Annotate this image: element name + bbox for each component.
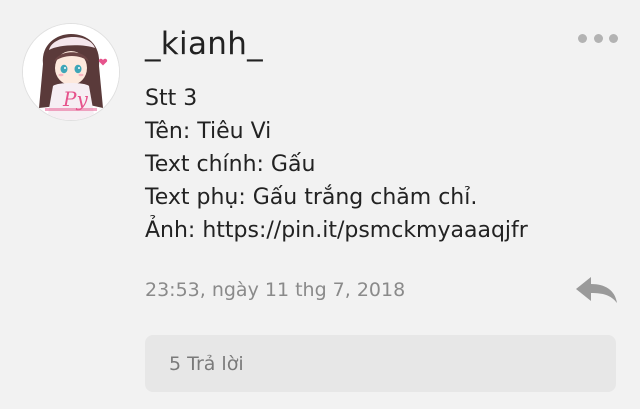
more-horizontal-icon-dot-2 [593, 33, 603, 43]
username[interactable]: _kianh_ [145, 24, 263, 64]
comment-body: Stt 3 Tên: Tiêu Vi Text chính: Gấu Text … [145, 82, 615, 247]
more-horizontal-icon-dot-3 [609, 33, 618, 43]
comment-line-main-text: Text chính: Gấu [145, 152, 316, 177]
view-replies-button[interactable]: 5 Trả lời [145, 335, 616, 392]
replies-count-label: 5 Trả lời [169, 353, 244, 375]
avatar[interactable]: Py [23, 24, 119, 120]
more-horizontal-icon-dot-1 [578, 33, 587, 43]
avatar-anime-girl-image: Py [23, 24, 119, 120]
svg-text:Py: Py [62, 87, 88, 111]
comment-line-sub-text: Text phụ: Gấu trắng chăm chỉ. [145, 185, 478, 210]
more-options-button[interactable] [578, 28, 618, 48]
comment-line-stt: Stt 3 [145, 86, 198, 111]
comment-timestamp: 23:53, ngày 11 thg 7, 2018 [145, 279, 406, 301]
reply-arrow-icon [576, 277, 617, 303]
comment-line-name: Tên: Tiêu Vi [145, 119, 272, 144]
comment-card: Py _kianh_ Stt 3 Tên: Tiêu Vi Text chính… [0, 0, 640, 409]
reply-button[interactable] [572, 272, 620, 308]
comment-line-image-link[interactable]: Ảnh: https://pin.it/psmckmyaaaqjfr [145, 214, 615, 247]
